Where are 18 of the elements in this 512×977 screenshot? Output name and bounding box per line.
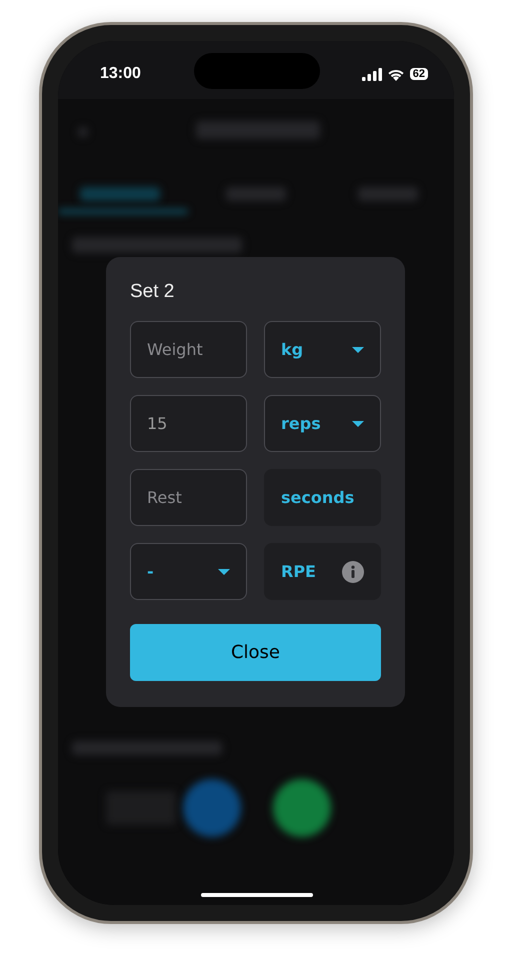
dialog-title: Set 2	[130, 281, 176, 303]
dropdown[interactable]: -	[130, 543, 247, 600]
caret-icon	[352, 346, 364, 352]
wifi-icon	[386, 68, 405, 80]
input-field[interactable]: Weight	[130, 321, 247, 378]
caret-icon	[352, 420, 364, 426]
input-field[interactable]: 15	[130, 395, 247, 452]
input-field[interactable]: Rest	[130, 469, 247, 526]
caret-icon	[218, 568, 230, 574]
info-icon[interactable]	[342, 560, 364, 582]
status-time: 13:00	[100, 65, 141, 83]
close-button[interactable]: Close	[130, 624, 381, 681]
dropdown[interactable]: kg	[264, 321, 381, 378]
battery-level: 62	[410, 68, 428, 80]
dropdown[interactable]: reps	[264, 395, 381, 452]
signal-icon	[362, 68, 382, 80]
unit-text: seconds	[281, 488, 354, 507]
unit-text: RPE	[281, 562, 316, 581]
